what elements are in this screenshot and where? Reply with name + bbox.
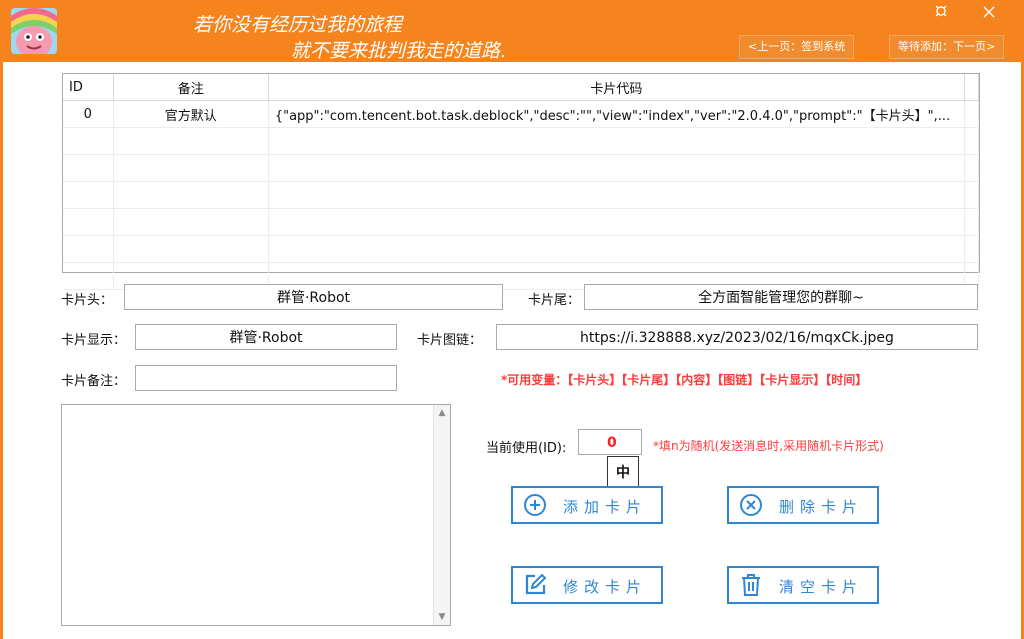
- card-image-link-label: 卡片图链：: [417, 333, 483, 348]
- card-image-link-input[interactable]: https://i.328888.xyz/2023/02/16/mqxCk.jp…: [496, 324, 978, 350]
- avatar-image: [11, 8, 57, 54]
- card-table: ID 备注 卡片代码 0 官方默认 {"app":"com.tencent.bo…: [62, 73, 980, 290]
- x-circle-icon: [739, 493, 763, 517]
- clear-cards-button[interactable]: 清空卡片: [727, 566, 879, 604]
- scroll-down-icon[interactable]: ▼: [434, 609, 450, 625]
- edit-icon: [523, 573, 547, 597]
- card-display-label: 卡片显示：: [61, 333, 127, 348]
- column-header-id[interactable]: ID: [63, 74, 114, 101]
- card-head-label: 卡片头：: [61, 293, 114, 308]
- edit-card-button[interactable]: 修改卡片: [511, 566, 663, 604]
- clear-cards-label: 清空卡片: [779, 578, 864, 596]
- card-content-textarea[interactable]: ▲ ▼: [61, 404, 451, 626]
- card-note-input[interactable]: [135, 365, 397, 391]
- current-id-label: 当前使用(ID):: [486, 441, 567, 456]
- card-head-input[interactable]: 群管·Robot: [124, 284, 503, 310]
- column-header-note[interactable]: 备注: [113, 74, 269, 101]
- add-card-button[interactable]: 添加卡片: [511, 486, 663, 524]
- pin-icon[interactable]: [925, 2, 957, 24]
- prev-page-button[interactable]: <上一页：签到系统: [739, 35, 855, 59]
- random-hint: *填n为随机(发送消息时,采用随机卡片形式): [653, 439, 884, 453]
- table-row-empty: [63, 127, 980, 155]
- avatar: [11, 8, 57, 54]
- add-card-label: 添加卡片: [563, 498, 648, 516]
- slogan-line-1: 若你没有经历过我的旅程: [193, 14, 403, 36]
- delete-card-label: 删除卡片: [779, 498, 864, 516]
- card-note-label: 卡片备注：: [61, 374, 127, 389]
- table-row-empty: [63, 181, 980, 209]
- table-row-empty: [63, 208, 980, 236]
- current-id-input[interactable]: 0: [578, 429, 642, 455]
- card-display-input[interactable]: 群管·Robot: [135, 324, 397, 350]
- cell-code: {"app":"com.tencent.bot.task.deblock","d…: [268, 100, 965, 128]
- scroll-up-icon[interactable]: ▲: [434, 405, 450, 421]
- card-tail-input[interactable]: 全方面智能管理您的群聊~: [584, 284, 978, 310]
- variables-hint: *可用变量：【卡片头】【卡片尾】【内容】【图链】【卡片显示】【时间】: [501, 373, 868, 387]
- column-header-code[interactable]: 卡片代码: [268, 74, 965, 101]
- vertical-scrollbar[interactable]: ▲ ▼: [433, 405, 450, 625]
- cell-filler: [964, 100, 980, 128]
- edit-card-label: 修改卡片: [563, 578, 648, 596]
- column-header-filler: [964, 74, 980, 101]
- table-row-empty: [63, 235, 980, 263]
- trash-icon: [739, 573, 763, 597]
- cell-id: 0: [63, 100, 114, 128]
- main-window: 若你没有经历过我的旅程 就不要来批判我走的道路. <上一页：签到系统 等待添加：…: [0, 0, 1024, 639]
- cell-note: 官方默认: [113, 100, 269, 128]
- card-tail-label: 卡片尾：: [528, 293, 581, 308]
- slogan-line-2: 就不要来批判我走的道路.: [291, 40, 507, 62]
- plus-circle-icon: [523, 493, 547, 517]
- table-row[interactable]: 0 官方默认 {"app":"com.tencent.bot.task.debl…: [63, 100, 980, 128]
- title-bar: 若你没有经历过我的旅程 就不要来批判我走的道路. <上一页：签到系统 等待添加：…: [3, 0, 1024, 62]
- next-page-button[interactable]: 等待添加：下一页>: [889, 35, 1005, 59]
- ime-indicator[interactable]: 中: [607, 456, 639, 488]
- close-icon[interactable]: [973, 2, 1005, 24]
- table-row-empty: [63, 154, 980, 182]
- delete-card-button[interactable]: 删除卡片: [727, 486, 879, 524]
- table-header-row: ID 备注 卡片代码: [63, 74, 980, 101]
